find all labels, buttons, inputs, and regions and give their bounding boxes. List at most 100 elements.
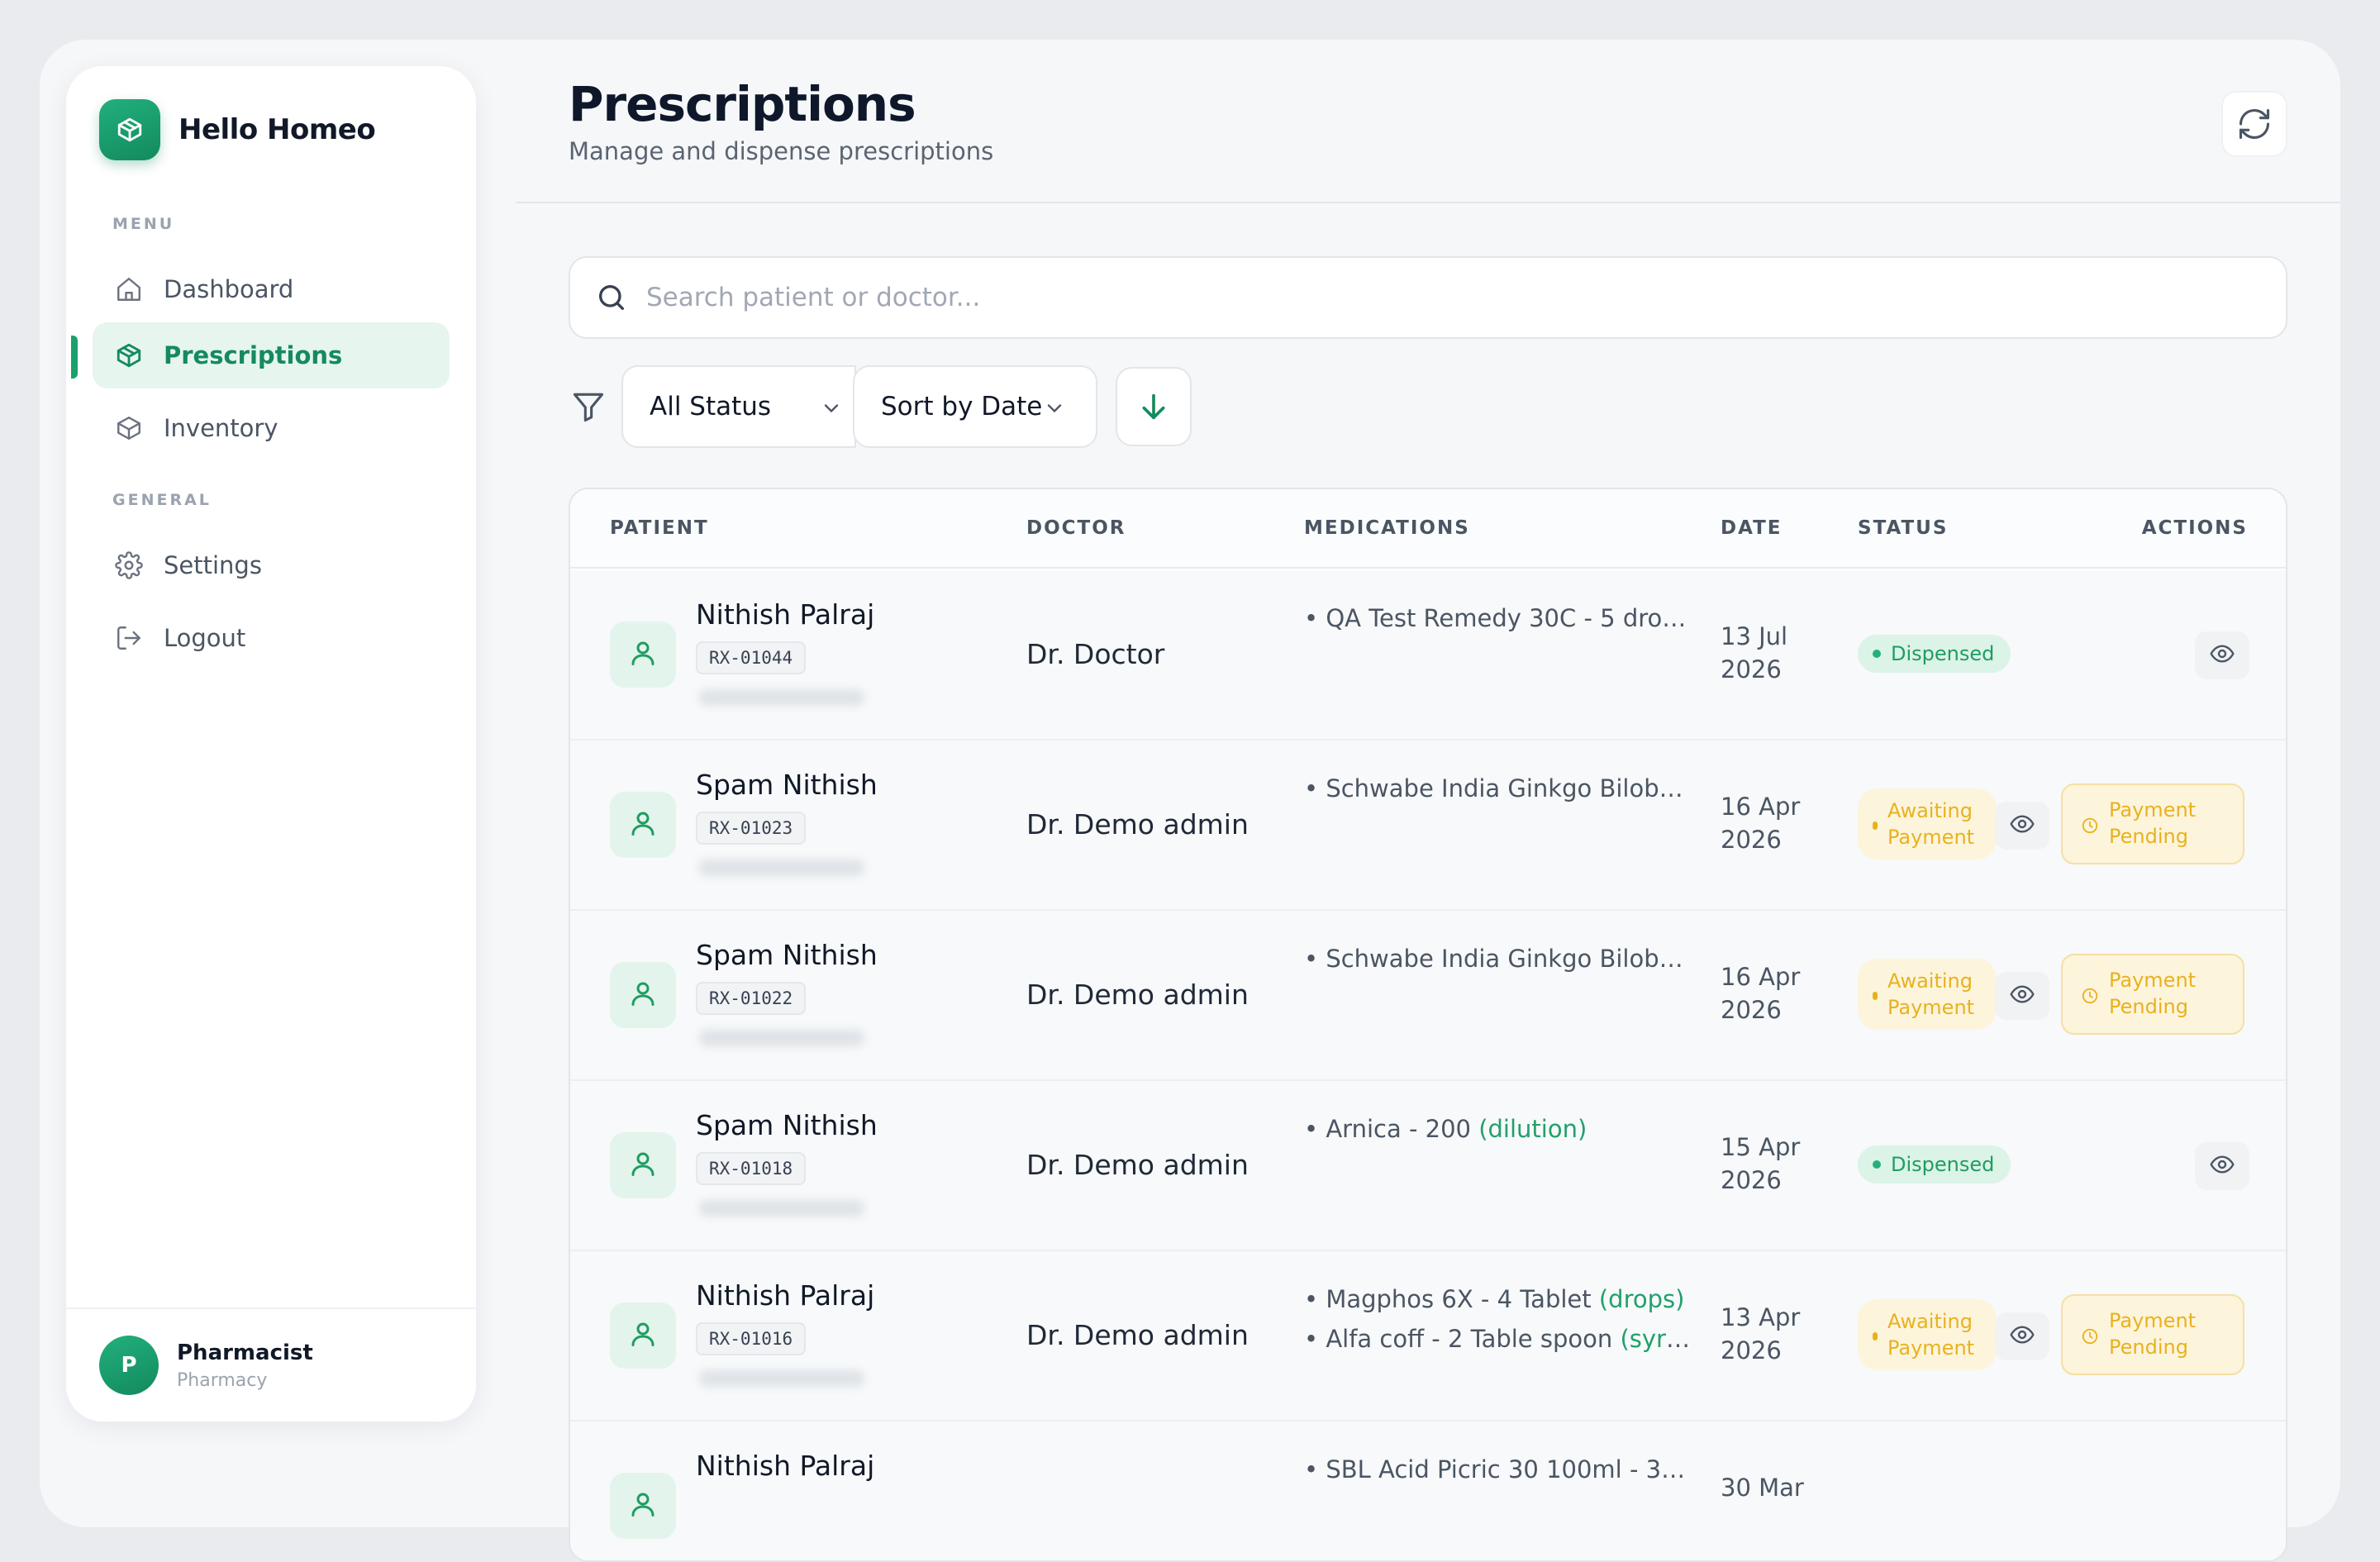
chevron-down-icon [824, 404, 839, 413]
sort-order-button[interactable] [1116, 367, 1192, 446]
patient-avatar [610, 792, 676, 858]
view-button[interactable] [2195, 631, 2249, 679]
redacted-contact [699, 689, 864, 706]
sort-select[interactable]: Sort by Date [853, 365, 1097, 448]
prescription-date: 13 Jul 2026 [1721, 620, 1787, 686]
medication-text: • QA Test Remedy 30C - 5 drops... [1304, 604, 1692, 632]
view-button[interactable] [1995, 1312, 2049, 1360]
medication-form: (dilution) [1478, 1115, 1587, 1143]
menu-section-label: MENU [112, 215, 175, 233]
medication-form: (drops) [1598, 1285, 1685, 1313]
sidebar-item-prescriptions[interactable]: Prescriptions [93, 322, 450, 388]
medication-text: • Magphos 6X - 4 Tablet [1304, 1285, 1599, 1313]
redacted-contact [699, 860, 864, 876]
search-input[interactable] [646, 283, 2216, 312]
patient-name: Nithish Palraj [696, 1279, 875, 1312]
status-dot [1873, 650, 1881, 658]
rx-number-badge: RX-01023 [696, 812, 807, 845]
medication-text: • Schwabe India Ginkgo Biloba 1... [1304, 774, 1692, 802]
user-icon [628, 1489, 658, 1522]
medications-list: • Schwabe India Ginkgo Biloba 1... [1304, 769, 1692, 808]
status-filter-value: All Status [650, 392, 772, 421]
payment-label-line2: Pending [2109, 1336, 2188, 1359]
table-row[interactable]: Nithish Palraj • SBL Acid Picric 30 100ml… [570, 1422, 2286, 1560]
user-profile[interactable]: P Pharmacist Pharmacy [66, 1307, 476, 1422]
brand[interactable]: Hello Homeo [99, 99, 376, 160]
patient-name: Spam Nithish [696, 1109, 878, 1141]
refresh-button[interactable] [2221, 91, 2287, 157]
table-row[interactable]: Spam Nithish RX-01018 Dr. Demo admin • Arni… [570, 1081, 2286, 1251]
date-day: 16 Apr [1721, 963, 1801, 991]
view-button[interactable] [1995, 972, 2049, 1020]
date-day: 13 Jul [1721, 622, 1788, 650]
rx-number-badge: RX-01018 [696, 1152, 807, 1185]
home-icon [114, 274, 144, 304]
date-year: 2026 [1721, 1336, 1782, 1364]
sort-value: Sort by Date [881, 392, 1043, 421]
prescription-date: 15 Apr 2026 [1721, 1131, 1800, 1197]
sidebar-item-settings[interactable]: Settings [93, 532, 450, 598]
active-indicator [71, 336, 78, 379]
doctor-name: Dr. Demo admin [1026, 979, 1249, 1011]
table-row[interactable]: Spam Nithish RX-01023 Dr. Demo admin • Schw… [570, 741, 2286, 911]
sidebar-item-label: Logout [164, 624, 246, 652]
chevron-down-icon [1047, 404, 1062, 413]
medication-item: • SBL Acid Picric 30 100ml - 3 glo... [1304, 1450, 1692, 1489]
status-dot [1873, 1332, 1878, 1341]
patient-name: Spam Nithish [696, 769, 878, 801]
rx-number-badge: RX-01044 [696, 641, 807, 674]
patient-name: Nithish Palraj [696, 1450, 875, 1482]
medications-list: • SBL Acid Picric 30 100ml - 3 glo... [1304, 1450, 1692, 1489]
table-row[interactable]: Nithish Palraj RX-01044 Dr. Doctor • QA Tes… [570, 570, 2286, 741]
sidebar-item-logout[interactable]: Logout [93, 605, 450, 671]
date-day: 16 Apr [1721, 793, 1801, 821]
view-button[interactable] [2195, 1142, 2249, 1190]
view-button[interactable] [1995, 802, 2049, 850]
payment-pending-button[interactable]: Payment Pending [2061, 1294, 2244, 1375]
payment-pending-button[interactable]: Payment Pending [2061, 954, 2244, 1035]
medication-form: (syrup) [1620, 1325, 1692, 1353]
payment-label-line1: Payment [2109, 798, 2197, 821]
sidebar-item-inventory[interactable]: Inventory [93, 395, 450, 461]
user-name: Pharmacist [177, 1340, 313, 1365]
page-subtitle: Manage and dispense prescriptions [569, 137, 994, 165]
rx-number-badge: RX-01016 [696, 1322, 807, 1355]
medications-list: • Schwabe India Ginkgo Biloba 1... [1304, 939, 1692, 979]
eye-icon [2009, 981, 2035, 1011]
redacted-contact [699, 1200, 864, 1217]
status-dot [1873, 992, 1878, 1000]
status-badge: Awaiting Payment [1858, 788, 1997, 860]
payment-pending-button[interactable]: Payment Pending [2061, 783, 2244, 864]
page-title: Prescriptions [569, 76, 916, 132]
header-divider [516, 202, 2340, 203]
redacted-contact [699, 1030, 864, 1046]
payment-label-line1: Payment [2109, 1309, 2197, 1332]
doctor-name: Dr. Demo admin [1026, 808, 1249, 841]
medication-item: • Schwabe India Ginkgo Biloba 1... [1304, 769, 1692, 808]
user-icon [628, 1149, 658, 1182]
search-bar[interactable] [569, 256, 2287, 339]
prescription-date: 30 Mar [1721, 1471, 1804, 1504]
sidebar-item-label: Settings [164, 551, 262, 579]
box-icon [114, 413, 144, 443]
app-window: Hello Homeo MENU Dashboard Prescriptions [40, 40, 2340, 1562]
sidebar-item-dashboard[interactable]: Dashboard [93, 256, 450, 322]
prescription-date: 13 Apr 2026 [1721, 1301, 1800, 1367]
medication-item: • Arnica - 200 (dilution) [1304, 1109, 1692, 1149]
status-text-line1: Awaiting [1887, 969, 1973, 993]
column-header-medications: MEDICATIONS [1304, 517, 1470, 539]
brand-name: Hello Homeo [178, 113, 376, 146]
patient-name: Spam Nithish [696, 939, 878, 971]
prescription-date: 16 Apr 2026 [1721, 960, 1800, 1026]
table-row[interactable]: Spam Nithish RX-01022 Dr. Demo admin • Schw… [570, 911, 2286, 1081]
status-text-line1: Awaiting [1887, 799, 1973, 822]
refresh-icon [2239, 108, 2270, 140]
status-filter-select[interactable]: All Status [621, 365, 856, 448]
status-text: Dispensed [1891, 1153, 1995, 1176]
eye-icon [2209, 641, 2235, 670]
medication-item: • QA Test Remedy 30C - 5 drops... [1304, 598, 1692, 638]
table-row[interactable]: Nithish Palraj RX-01016 Dr. Demo admin • Ma… [570, 1251, 2286, 1422]
eye-icon [2209, 1151, 2235, 1181]
status-text-line2: Payment [1887, 1336, 1975, 1360]
date-year: 2026 [1721, 1166, 1782, 1194]
